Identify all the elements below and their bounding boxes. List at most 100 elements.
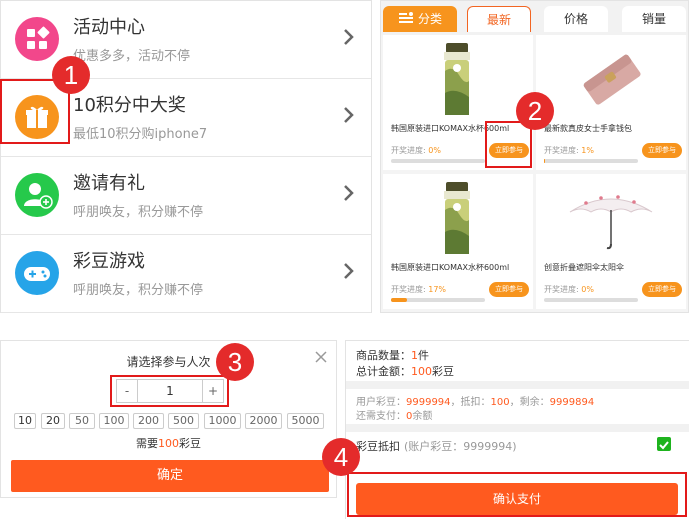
product-panel: 分类 最新 价格 销量 韩国原装进口KOMAX水杯600ml 开奖进度: 0% … bbox=[380, 0, 689, 313]
confirm-button[interactable]: 确定 bbox=[11, 460, 329, 492]
umbrella-image bbox=[569, 195, 653, 250]
still-pay-line: 还需支付：0余额 bbox=[356, 407, 432, 422]
join-button[interactable]: 立即参与 bbox=[642, 143, 682, 158]
chevron-right-icon bbox=[344, 263, 354, 279]
progress-label: 开奖进度: bbox=[391, 285, 426, 294]
bean-deduction-row: 彩豆抵扣 (账户彩豆：9999994) bbox=[356, 438, 517, 454]
menu-item-title: 彩豆游戏 bbox=[73, 251, 145, 272]
chevron-right-icon bbox=[344, 29, 354, 45]
progress-text: 开奖进度: 0% bbox=[544, 284, 594, 295]
water-bottle-image bbox=[444, 43, 470, 115]
progress-bar bbox=[544, 159, 638, 163]
highlight-box bbox=[485, 121, 532, 168]
step-marker: 4 bbox=[322, 438, 360, 476]
deduction-checkbox[interactable] bbox=[657, 437, 671, 451]
tab-price[interactable]: 价格 bbox=[544, 6, 608, 32]
required-beans: 需要100彩豆 bbox=[1, 435, 336, 451]
product-card[interactable]: 韩国原装进口KOMAX水杯600ml 开奖进度: 17% 立即参与 bbox=[383, 174, 533, 309]
menu-item-subtitle: 优惠多多，活动不停 bbox=[73, 49, 191, 64]
chevron-right-icon bbox=[344, 107, 354, 123]
tab-sales[interactable]: 销量 bbox=[622, 6, 686, 32]
total-value: 100 bbox=[411, 365, 432, 378]
step-marker: 3 bbox=[216, 343, 254, 381]
product-card[interactable]: 最新款真皮女士手拿钱包 开奖进度: 1% 立即参与 bbox=[536, 35, 686, 170]
progress-value: 0% bbox=[428, 146, 441, 155]
progress-label: 开奖进度: bbox=[544, 146, 579, 155]
quantity-option[interactable]: 200 bbox=[133, 413, 164, 429]
need-prefix: 需要 bbox=[136, 437, 158, 450]
balance-line: 用户彩豆：9999994，抵扣：100，剩余：9999894 bbox=[356, 393, 594, 408]
highlight-box bbox=[110, 375, 229, 407]
deduct-value: 100 bbox=[490, 397, 510, 408]
progress-text: 开奖进度: 17% bbox=[391, 284, 446, 295]
progress-text: 开奖进度: 1% bbox=[544, 145, 594, 156]
still-pay-label: 还需支付： bbox=[356, 411, 406, 422]
grid-icon bbox=[15, 17, 59, 61]
progress-label: 开奖进度: bbox=[391, 146, 426, 155]
quantity-option[interactable]: 50 bbox=[69, 413, 95, 429]
deduct-label: ，抵扣： bbox=[450, 397, 491, 408]
highlight-box bbox=[347, 472, 687, 517]
progress-value: 17% bbox=[428, 285, 447, 294]
menu-item-games[interactable]: 彩豆游戏 呼朋唤友，积分赚不停 bbox=[1, 235, 371, 313]
quantity-option[interactable]: 1000 bbox=[204, 413, 241, 429]
qty-label: 商品数量： bbox=[356, 349, 411, 362]
progress-value: 1% bbox=[581, 146, 594, 155]
progress-label: 开奖进度: bbox=[544, 285, 579, 294]
product-card[interactable]: 创意折叠遮阳伞太阳伞 开奖进度: 0% 立即参与 bbox=[536, 174, 686, 309]
quantity-option[interactable]: 10 bbox=[14, 413, 36, 429]
menu-item-title: 10积分中大奖 bbox=[73, 95, 186, 116]
divider bbox=[346, 424, 689, 432]
progress-bar bbox=[544, 298, 638, 302]
quantity-line: 商品数量：1件 bbox=[356, 347, 429, 363]
quantity-option[interactable]: 5000 bbox=[287, 413, 324, 429]
divider bbox=[346, 381, 689, 389]
progress-fill bbox=[391, 298, 407, 302]
gamepad-icon bbox=[15, 251, 59, 295]
join-button[interactable]: 立即参与 bbox=[489, 282, 529, 297]
quantity-option[interactable]: 20 bbox=[41, 413, 65, 429]
need-amount: 100 bbox=[158, 437, 179, 450]
deduction-account: (账户彩豆：9999994) bbox=[404, 440, 517, 453]
deduction-title: 彩豆抵扣 bbox=[356, 440, 400, 453]
total-label: 总计金额： bbox=[356, 365, 411, 378]
still-pay-unit: 余额 bbox=[412, 411, 433, 422]
tab-latest[interactable]: 最新 bbox=[467, 6, 531, 32]
menu-item-title: 活动中心 bbox=[73, 17, 145, 38]
product-name: 最新款真皮女士手拿钱包 bbox=[544, 124, 632, 133]
tab-label: 分类 bbox=[417, 12, 442, 26]
add-user-icon bbox=[15, 173, 59, 217]
close-icon[interactable] bbox=[313, 349, 329, 365]
wallet-image bbox=[583, 54, 641, 105]
checkmark-icon bbox=[659, 441, 669, 450]
chevron-right-icon bbox=[344, 185, 354, 201]
menu-item-subtitle: 呼朋唤友，积分赚不停 bbox=[73, 205, 204, 220]
step-marker: 2 bbox=[516, 92, 554, 130]
progress-text: 开奖进度: 0% bbox=[391, 145, 441, 156]
menu-item-subtitle: 呼朋唤友，积分赚不停 bbox=[73, 283, 204, 298]
product-name: 韩国原装进口KOMAX水杯600ml bbox=[391, 263, 510, 272]
tab-category[interactable]: 分类 bbox=[383, 6, 457, 32]
total-line: 总计金额：100彩豆 bbox=[356, 363, 454, 379]
remain-value: 9999894 bbox=[549, 397, 595, 408]
product-name: 创意折叠遮阳伞太阳伞 bbox=[544, 263, 624, 272]
quantity-option[interactable]: 500 bbox=[168, 413, 199, 429]
category-icon bbox=[398, 7, 414, 33]
quantity-option[interactable]: 2000 bbox=[245, 413, 282, 429]
dialog-title: 请选择参与人次 bbox=[126, 355, 211, 369]
remain-label: ，剩余： bbox=[509, 397, 550, 408]
qty-value: 1 bbox=[411, 349, 418, 362]
quantity-option[interactable]: 100 bbox=[99, 413, 129, 429]
qty-unit: 件 bbox=[418, 349, 429, 362]
need-suffix: 彩豆 bbox=[179, 437, 201, 450]
sort-tabbar: 分类 最新 价格 销量 bbox=[381, 1, 688, 35]
participation-dialog: 请选择参与人次 - 1 + 10 20 50 100 200 500 1000 … bbox=[0, 340, 337, 498]
progress-fill bbox=[544, 159, 545, 163]
join-button[interactable]: 立即参与 bbox=[642, 282, 682, 297]
progress-value: 0% bbox=[581, 285, 594, 294]
menu-item-invite[interactable]: 邀请有礼 呼朋唤友，积分赚不停 bbox=[1, 157, 371, 235]
progress-bar bbox=[391, 298, 485, 302]
menu-item-subtitle: 最低10积分购iphone7 bbox=[73, 127, 208, 142]
total-unit: 彩豆 bbox=[432, 365, 454, 378]
menu-item-title: 邀请有礼 bbox=[73, 173, 145, 194]
